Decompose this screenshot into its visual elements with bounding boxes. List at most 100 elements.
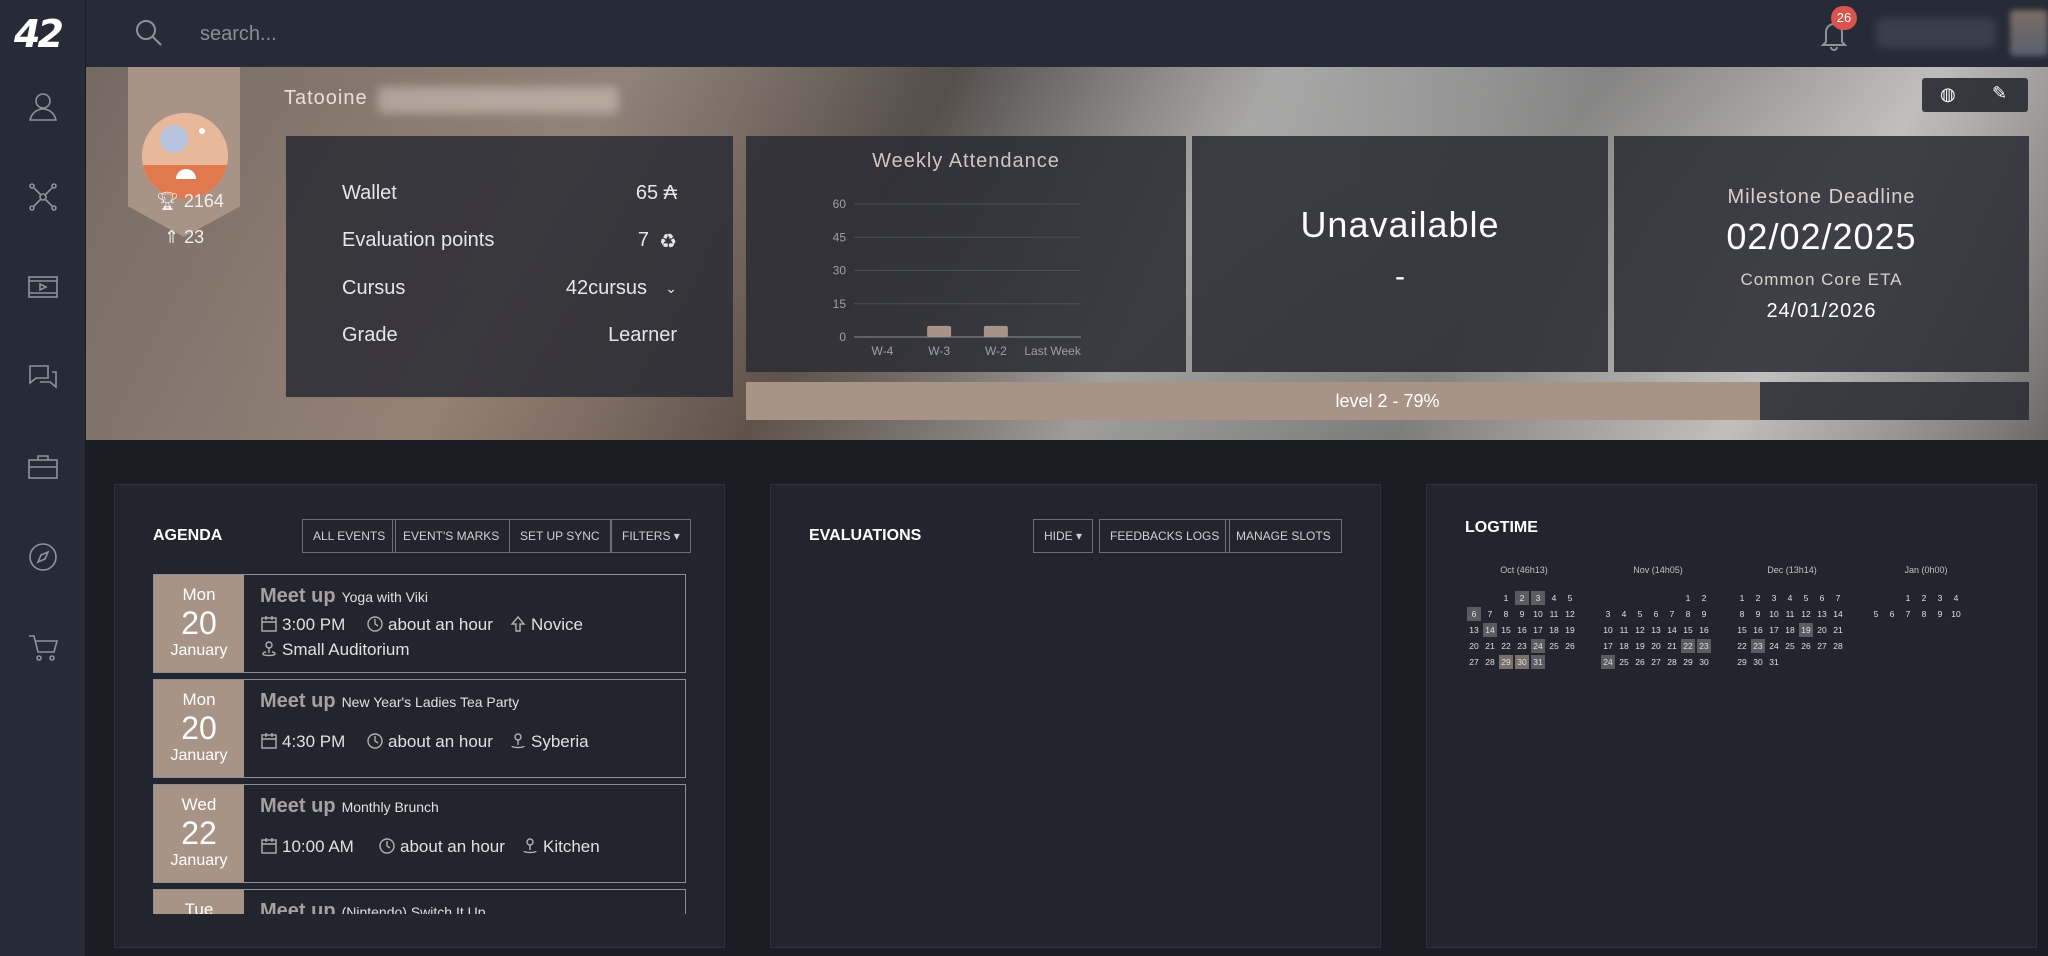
calendar-day[interactable]: 26 [1633, 655, 1647, 669]
calendar-day[interactable]: 30 [1697, 655, 1711, 669]
calendar-day[interactable]: 9 [1515, 607, 1529, 621]
calendar-day[interactable]: 7 [1901, 607, 1915, 621]
calendar-day[interactable]: 8 [1499, 607, 1513, 621]
calendar-day[interactable]: 12 [1799, 607, 1813, 621]
calendar-day[interactable]: 2 [1917, 591, 1931, 605]
hide-button[interactable]: HIDE ▾ [1033, 519, 1094, 553]
calendar-day[interactable]: 9 [1933, 607, 1947, 621]
calendar-day[interactable]: 28 [1831, 639, 1845, 653]
calendar-day[interactable]: 7 [1665, 607, 1679, 621]
calendar-day[interactable]: 24 [1531, 639, 1545, 653]
cursus-select[interactable]: 42cursus [566, 277, 647, 300]
calendar-day[interactable]: 25 [1783, 639, 1797, 653]
calendar-day[interactable]: 25 [1547, 639, 1561, 653]
forum-icon[interactable] [26, 360, 60, 394]
calendar-day[interactable]: 23 [1751, 639, 1765, 653]
calendar-day[interactable]: 3 [1933, 591, 1947, 605]
calendar-day[interactable]: 31 [1767, 655, 1781, 669]
calendar-day[interactable]: 16 [1515, 623, 1529, 637]
calendar-day[interactable]: 2 [1751, 591, 1765, 605]
calendar-day[interactable]: 10 [1767, 607, 1781, 621]
calendar-day[interactable]: 31 [1531, 655, 1545, 669]
calendar-day[interactable]: 29 [1499, 655, 1513, 669]
projects-graph-icon[interactable] [26, 180, 60, 214]
calendar-day[interactable]: 3 [1601, 607, 1615, 621]
elearning-icon[interactable] [26, 270, 60, 304]
calendar-day[interactable]: 3 [1767, 591, 1781, 605]
event-card[interactable]: Tue Meet up (Nintendo) Switch It Up [153, 889, 686, 914]
calendar-day[interactable]: 3 [1531, 591, 1545, 605]
calendar-day[interactable]: 8 [1917, 607, 1931, 621]
profile-icon[interactable] [26, 90, 60, 124]
chevron-down-icon[interactable]: ⌄ [665, 280, 677, 297]
username-blurred[interactable] [1876, 18, 1996, 48]
calendar-day[interactable]: 6 [1885, 607, 1899, 621]
calendar-day[interactable]: 6 [1467, 607, 1481, 621]
calendar-day[interactable]: 25 [1617, 655, 1631, 669]
event-card[interactable]: Mon 20 January Meet up New Year's Ladies Te… [153, 679, 686, 778]
calendar-day[interactable]: 29 [1735, 655, 1749, 669]
calendar-day[interactable]: 14 [1831, 607, 1845, 621]
calendar-day[interactable]: 4 [1617, 607, 1631, 621]
calendar-day[interactable]: 4 [1949, 591, 1963, 605]
compass-icon[interactable] [26, 540, 60, 574]
calendar-day[interactable]: 23 [1515, 639, 1529, 653]
calendar-day[interactable]: 21 [1665, 639, 1679, 653]
calendar-day[interactable]: 30 [1515, 655, 1529, 669]
calendar-day[interactable]: 18 [1617, 639, 1631, 653]
event-card[interactable]: Mon 20 January Meet up Yoga with Viki 3:00 … [153, 574, 686, 673]
calendar-day[interactable]: 15 [1681, 623, 1695, 637]
calendar-day[interactable]: 11 [1783, 607, 1797, 621]
calendar-day[interactable]: 18 [1783, 623, 1797, 637]
calendar-day[interactable]: 5 [1633, 607, 1647, 621]
filters-button[interactable]: FILTERS ▾ [611, 519, 691, 553]
calendar-day[interactable]: 19 [1563, 623, 1577, 637]
calendar-day[interactable]: 20 [1649, 639, 1663, 653]
manage-slots-button[interactable]: MANAGE SLOTS [1225, 519, 1342, 553]
feedbacks-logs-button[interactable]: FEEDBACKS LOGS [1099, 519, 1231, 553]
user-avatar[interactable] [2010, 10, 2048, 56]
calendar-day[interactable]: 21 [1483, 639, 1497, 653]
calendar-day[interactable]: 17 [1531, 623, 1545, 637]
calendar-day[interactable]: 6 [1815, 591, 1829, 605]
globe-icon[interactable]: ◍ [1940, 84, 1956, 105]
calendar-day[interactable]: 22 [1499, 639, 1513, 653]
calendar-day[interactable]: 12 [1633, 623, 1647, 637]
calendar-day[interactable]: 1 [1901, 591, 1915, 605]
calendar-day[interactable]: 15 [1499, 623, 1513, 637]
calendar-day[interactable]: 17 [1601, 639, 1615, 653]
calendar-day[interactable]: 7 [1831, 591, 1845, 605]
calendar-day[interactable]: 9 [1697, 607, 1711, 621]
calendar-day[interactable]: 26 [1563, 639, 1577, 653]
calendar-day[interactable]: 13 [1815, 607, 1829, 621]
calendar-day[interactable]: 19 [1799, 623, 1813, 637]
calendar-day[interactable]: 1 [1735, 591, 1749, 605]
companies-icon[interactable] [26, 450, 60, 484]
calendar-day[interactable]: 1 [1681, 591, 1695, 605]
calendar-day[interactable]: 13 [1467, 623, 1481, 637]
calendar-day[interactable]: 29 [1681, 655, 1695, 669]
events-marks-button[interactable]: EVENT'S MARKS [392, 519, 511, 553]
calendar-day[interactable]: 16 [1697, 623, 1711, 637]
calendar-day[interactable]: 26 [1799, 639, 1813, 653]
calendar-day[interactable]: 24 [1601, 655, 1615, 669]
calendar-day[interactable]: 21 [1831, 623, 1845, 637]
calendar-day[interactable]: 15 [1735, 623, 1749, 637]
calendar-day[interactable]: 11 [1617, 623, 1631, 637]
calendar-day[interactable]: 10 [1531, 607, 1545, 621]
calendar-day[interactable]: 8 [1735, 607, 1749, 621]
calendar-day[interactable]: 4 [1783, 591, 1797, 605]
search-input[interactable] [200, 18, 700, 50]
calendar-day[interactable]: 30 [1751, 655, 1765, 669]
calendar-day[interactable]: 20 [1815, 623, 1829, 637]
logo-42[interactable]: 42 [14, 12, 70, 56]
calendar-day[interactable]: 6 [1649, 607, 1663, 621]
calendar-day[interactable]: 10 [1949, 607, 1963, 621]
calendar-day[interactable]: 4 [1547, 591, 1561, 605]
calendar-day[interactable]: 10 [1601, 623, 1615, 637]
calendar-day[interactable]: 5 [1799, 591, 1813, 605]
calendar-day[interactable]: 11 [1547, 607, 1561, 621]
calendar-day[interactable]: 27 [1467, 655, 1481, 669]
calendar-day[interactable]: 17 [1767, 623, 1781, 637]
calendar-day[interactable]: 5 [1869, 607, 1883, 621]
